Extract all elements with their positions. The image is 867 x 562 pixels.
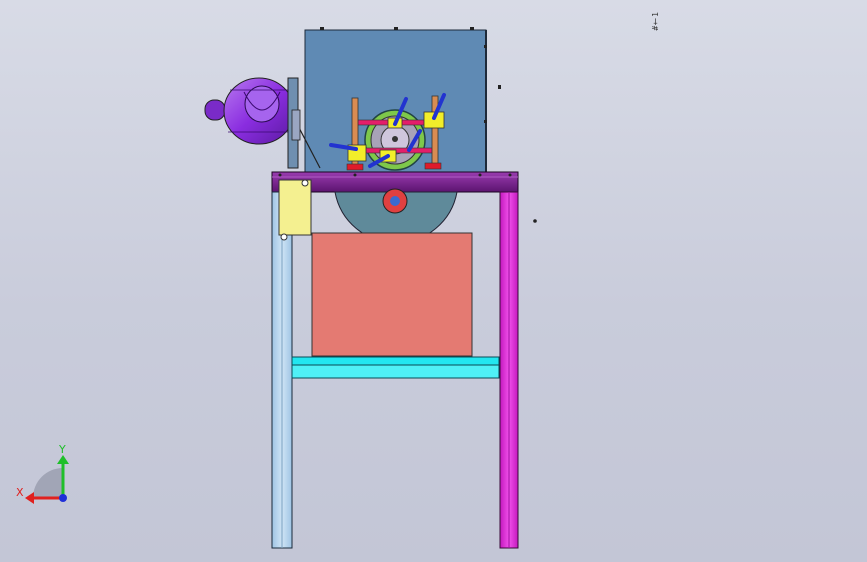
3d-viewport[interactable]: Y X #†1: [0, 0, 867, 562]
motor[interactable]: [204, 77, 321, 169]
x-axis-label: X: [16, 486, 24, 499]
crossbar[interactable]: [291, 356, 500, 379]
reference-point: [533, 219, 537, 223]
switch-bracket[interactable]: [278, 179, 312, 241]
cad-model[interactable]: [0, 0, 867, 562]
y-axis-label: Y: [59, 443, 66, 456]
corner-annotation: #†1: [651, 12, 660, 31]
coordinate-triad: [25, 455, 69, 504]
dust-collector-panel[interactable]: [311, 232, 473, 357]
